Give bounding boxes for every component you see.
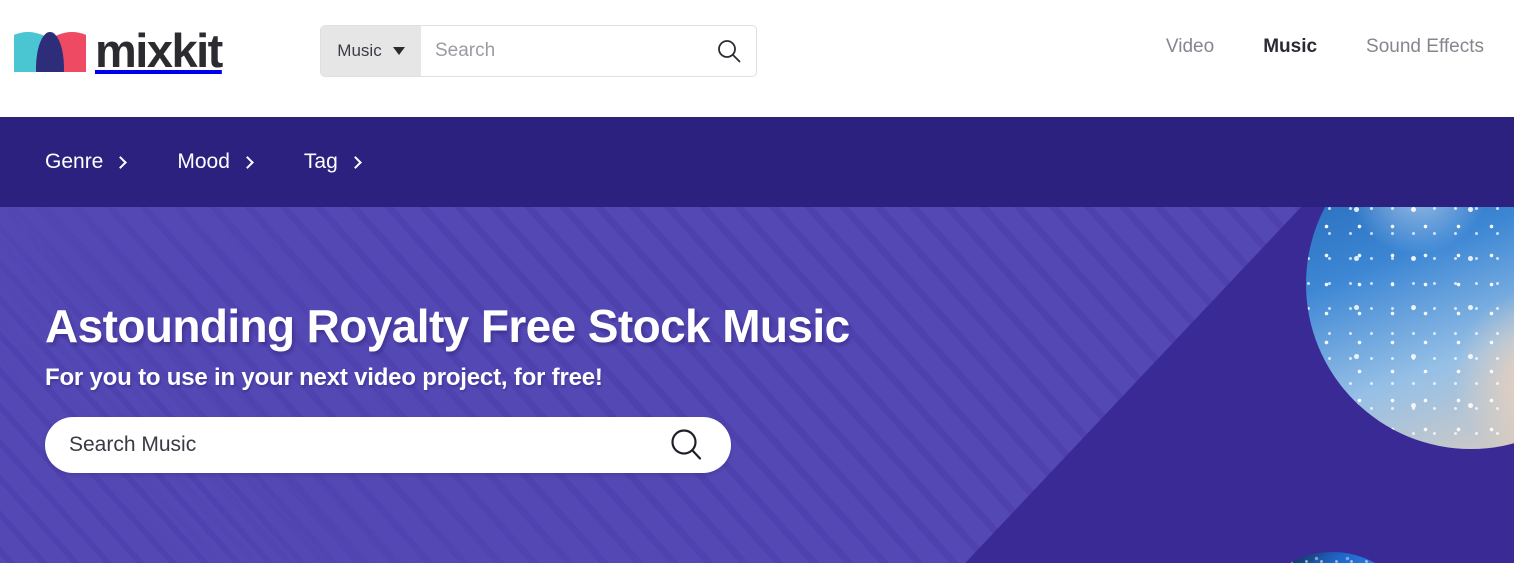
chevron-right-icon	[348, 155, 362, 169]
mixkit-music-page: mixkit Music Video Music Sound Effects G…	[0, 0, 1514, 563]
nav-link-sound-effects[interactable]: Sound Effects	[1366, 36, 1484, 58]
hero-banner: Astounding Royalty Free Stock Music For …	[0, 207, 1514, 563]
header-search-input[interactable]	[421, 26, 702, 76]
search-icon	[718, 40, 741, 63]
filter-bar: Genre Mood Tag	[0, 117, 1514, 207]
nav-link-video[interactable]: Video	[1166, 36, 1214, 58]
site-header: mixkit Music Video Music Sound Effects	[0, 0, 1514, 117]
hero-wedge-shape	[965, 207, 1514, 563]
hero-search-submit-button[interactable]	[665, 423, 709, 467]
logo-wordmark: mixkit	[95, 23, 223, 77]
primary-nav: Video Music Sound Effects	[1166, 36, 1484, 58]
vinyl-disc-image	[1245, 552, 1420, 563]
search-category-dropdown[interactable]: Music	[321, 26, 421, 76]
caret-down-icon	[392, 47, 405, 55]
filter-mood-label: Mood	[177, 150, 230, 173]
filter-mood[interactable]: Mood	[177, 150, 254, 174]
filter-genre-label: Genre	[45, 150, 104, 173]
filter-genre[interactable]: Genre	[45, 150, 128, 174]
nav-link-music[interactable]: Music	[1263, 36, 1317, 58]
hero-search-input[interactable]	[69, 433, 665, 458]
chevron-right-icon	[114, 155, 128, 169]
search-icon	[671, 429, 702, 460]
header-search-submit-button[interactable]	[702, 26, 756, 76]
site-logo[interactable]: mixkit	[14, 23, 223, 78]
mixkit-logo-mark-icon	[14, 32, 86, 72]
hero-title: Astounding Royalty Free Stock Music	[45, 300, 850, 352]
hero-search-bar	[45, 417, 731, 474]
chevron-right-icon	[241, 155, 254, 169]
search-category-label: Music	[337, 41, 382, 60]
hero-content: Astounding Royalty Free Stock Music For …	[45, 300, 850, 474]
filter-tag-label: Tag	[303, 150, 338, 173]
filter-tag[interactable]: Tag	[303, 150, 362, 174]
header-search-bar: Music	[320, 25, 757, 77]
hero-subtitle: For you to use in your next video projec…	[45, 364, 603, 392]
concert-photo-corner	[1306, 207, 1514, 449]
